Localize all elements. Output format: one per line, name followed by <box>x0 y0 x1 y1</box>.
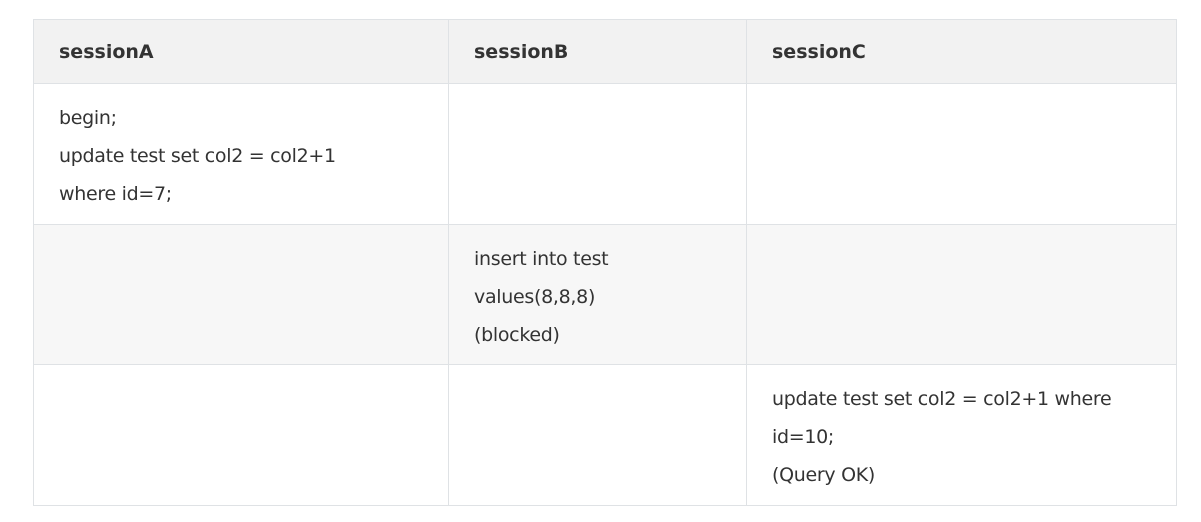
table-header-row: sessionA sessionB sessionC <box>33 19 1177 84</box>
table-cell-session-a <box>33 224 449 365</box>
statement-status: (blocked) <box>474 324 560 346</box>
table-row: update test set col2 = col2+1 where id=1… <box>33 364 1177 506</box>
statement-line: id=10; <box>772 426 835 448</box>
statement-status: (Query OK) <box>772 464 876 486</box>
table-cell-session-c: update test set col2 = col2+1 where id=1… <box>746 364 1177 506</box>
session-table-container: sessionA sessionB sessionC begin; update… <box>33 19 1177 506</box>
table-cell-session-a: begin; update test set col2 = col2+1 whe… <box>33 83 449 225</box>
statement-line: update test set col2 = col2+1 <box>59 145 336 167</box>
table-cell-session-c <box>746 224 1177 365</box>
table-cell-session-a <box>33 364 449 506</box>
table-row: insert into test values(8,8,8) (blocked) <box>33 224 1177 365</box>
statement-line: insert into test <box>474 248 609 270</box>
table-cell-session-b <box>448 364 747 506</box>
table-cell-session-b <box>448 83 747 225</box>
table-row: begin; update test set col2 = col2+1 whe… <box>33 83 1177 225</box>
header-session-b: sessionB <box>448 19 747 84</box>
statement-line: where id=7; <box>59 183 172 205</box>
header-session-c: sessionC <box>746 19 1177 84</box>
header-session-a: sessionA <box>33 19 449 84</box>
statement-line: update test set col2 = col2+1 where <box>772 388 1112 410</box>
statement-line: values(8,8,8) <box>474 286 596 308</box>
session-table: sessionA sessionB sessionC begin; update… <box>33 19 1177 506</box>
statement-line: begin; <box>59 107 117 129</box>
table-cell-session-c <box>746 83 1177 225</box>
table-cell-session-b: insert into test values(8,8,8) (blocked) <box>448 224 747 365</box>
